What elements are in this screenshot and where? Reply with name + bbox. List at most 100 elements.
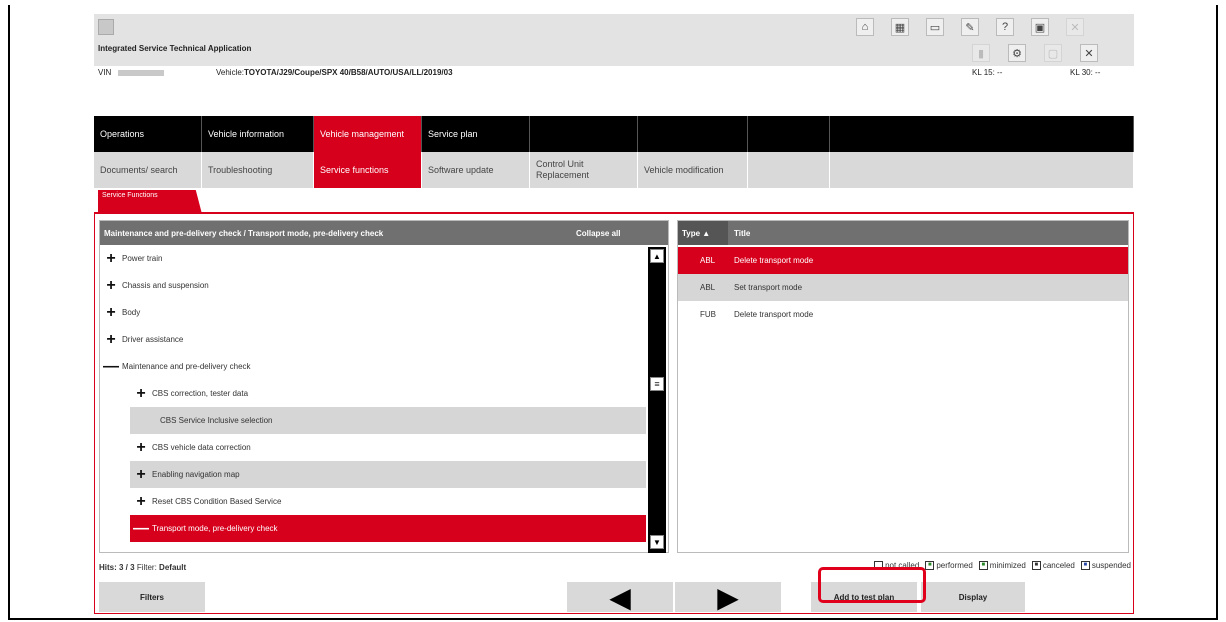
title-bar: Integrated Service Technical Application…	[94, 40, 1134, 66]
subnav-documents-search[interactable]: Documents/ search	[94, 152, 202, 188]
wrench-icon[interactable]: ✎	[961, 18, 979, 36]
expand-icon[interactable]: +	[130, 385, 152, 402]
expand-icon[interactable]: +	[130, 493, 152, 510]
tree-item-body[interactable]: + Body	[100, 299, 646, 326]
breadcrumb: Maintenance and pre-delivery check / Tra…	[104, 229, 384, 238]
tree-item-label: CBS vehicle data correction	[152, 443, 251, 452]
subnav-troubleshooting[interactable]: Troubleshooting	[202, 152, 314, 188]
hits-count: Hits: 3 / 3	[99, 563, 135, 572]
expand-icon[interactable]: +	[100, 304, 122, 321]
tree-item-label: CBS correction, tester data	[152, 389, 249, 398]
minimize-icon[interactable]: ▣	[1031, 18, 1049, 36]
tree-item-power-train[interactable]: + Power train	[100, 245, 646, 272]
tree-item-cbs-vehicle-data[interactable]: + CBS vehicle data correction	[130, 434, 646, 461]
expand-icon[interactable]: +	[100, 277, 122, 294]
nav-empty-4	[830, 116, 1134, 152]
tree-scrollbar[interactable]: ▲ ≡ ▼	[648, 247, 666, 553]
tree-item-navigation-map[interactable]: + Enabling navigation map	[130, 461, 646, 488]
tree-item-label: CBS Service Inclusive selection	[160, 416, 273, 425]
expand-icon[interactable]: +	[130, 439, 152, 456]
column-title-header[interactable]: Title	[734, 229, 750, 238]
scroll-down-icon[interactable]: ▼	[650, 535, 664, 549]
minimized-icon: ■	[978, 561, 988, 571]
display-button[interactable]: Display	[921, 582, 1025, 612]
tree-item-label: Enabling navigation map	[152, 470, 240, 479]
tree-item-maintenance[interactable]: — Maintenance and pre-delivery check	[100, 353, 646, 380]
tree-item-reset-cbs[interactable]: + Reset CBS Condition Based Service	[130, 488, 646, 515]
list-row[interactable]: ABL Delete transport mode	[678, 247, 1128, 274]
expand-icon[interactable]: +	[100, 331, 122, 348]
help-icon[interactable]: ?	[996, 18, 1014, 36]
collapse-icon[interactable]: —	[130, 520, 152, 537]
tree-item-label: Driver assistance	[122, 335, 184, 344]
tree-item-chassis[interactable]: + Chassis and suspension	[100, 272, 646, 299]
scroll-up-icon[interactable]: ▲	[650, 249, 664, 263]
subnav-empty-2	[830, 152, 1134, 188]
settings-icon[interactable]: ⚙	[1008, 44, 1026, 62]
row-type: FUB	[700, 310, 716, 319]
list-row[interactable]: ABL Set transport mode	[678, 274, 1128, 301]
suspended-icon: ■	[1080, 561, 1090, 571]
kl30-status: KL 30: --	[1070, 68, 1101, 77]
back-button[interactable]: ◀	[567, 582, 673, 613]
home-icon[interactable]: ⌂	[856, 18, 874, 36]
nav-vehicle-management[interactable]: Vehicle management	[314, 116, 422, 152]
nav-vehicle-information[interactable]: Vehicle information	[202, 116, 314, 152]
column-type-header[interactable]: Type ▲	[678, 221, 728, 245]
tree-item-label: Power train	[122, 254, 163, 263]
subnav-service-functions[interactable]: Service functions	[314, 152, 422, 188]
window-icon[interactable]: ▢	[1044, 44, 1062, 62]
vehicle-value: TOYOTA/J29/Coupe/SPX 40/B58/AUTO/USA/LL/…	[244, 68, 453, 77]
tab-strip: Service Functions	[94, 188, 1134, 214]
canceled-icon: ■	[1031, 561, 1041, 571]
scroll-thumb[interactable]: ≡	[650, 377, 664, 391]
function-tree-panel: Maintenance and pre-delivery check / Tra…	[99, 220, 669, 553]
tree-item-cbs-correction[interactable]: + CBS correction, tester data	[130, 380, 646, 407]
row-title: Set transport mode	[734, 283, 803, 292]
screen-icon[interactable]: ▭	[926, 18, 944, 36]
filters-button[interactable]: Filters	[99, 582, 205, 612]
tab-service-functions[interactable]: Service Functions	[98, 190, 202, 214]
close-small-icon[interactable]: ✕	[1080, 44, 1098, 62]
tree-item-label: Reset CBS Condition Based Service	[152, 497, 282, 506]
content-area: Maintenance and pre-delivery check / Tra…	[94, 214, 1134, 614]
vehicle-label: Vehicle:	[216, 68, 245, 77]
top-toolbar: ⌂ ▦ ▭ ✎ ? ▣ ✕	[94, 14, 1134, 40]
subnav-control-unit-replacement[interactable]: Control Unit Replacement	[530, 152, 638, 188]
vehicle-info-bar: VIN Vehicle: TOYOTA/J29/Coupe/SPX 40/B58…	[94, 66, 1134, 80]
performed-icon: ■	[925, 561, 935, 571]
subnav-software-update[interactable]: Software update	[422, 152, 530, 188]
app-icon	[98, 19, 114, 35]
filter-label: Filter:	[136, 563, 157, 572]
legend-label: canceled	[1042, 561, 1075, 570]
collapse-all-button[interactable]: Collapse all	[576, 229, 620, 238]
expand-icon[interactable]: +	[130, 466, 152, 483]
nav-empty-3	[748, 116, 830, 152]
nav-operations[interactable]: Operations	[94, 116, 202, 152]
list-row[interactable]: FUB Delete transport mode	[678, 301, 1128, 328]
forward-button[interactable]: ▶	[675, 582, 781, 613]
grid-icon[interactable]: ▦	[891, 18, 909, 36]
display-button-highlight	[818, 567, 926, 603]
filter-value: Default	[159, 563, 187, 572]
collapse-icon[interactable]: —	[100, 358, 122, 375]
expand-icon[interactable]: +	[100, 250, 122, 267]
row-title: Delete transport mode	[734, 310, 814, 319]
close-icon[interactable]: ✕	[1066, 18, 1084, 36]
nav-service-plan[interactable]: Service plan	[422, 116, 530, 152]
status-line: Hits: 3 / 3 Filter: Default not called ■…	[95, 561, 1135, 575]
tree-item-label: Transport mode, pre-delivery check	[152, 524, 278, 533]
connection-icon[interactable]: ▮	[972, 44, 990, 62]
row-type: ABL	[700, 256, 716, 265]
tree-item-label: Body	[122, 308, 141, 317]
sub-navigation: Documents/ search Troubleshooting Servic…	[94, 152, 1134, 188]
app-title: Integrated Service Technical Application	[98, 44, 252, 53]
tree-item-transport-mode[interactable]: — Transport mode, pre-delivery check	[130, 515, 646, 542]
app-window: ⌂ ▦ ▭ ✎ ? ▣ ✕ Integrated Service Technic…	[94, 14, 1134, 614]
kl15-status: KL 15: --	[972, 68, 1003, 77]
legend-label: performed	[936, 561, 973, 570]
tree-item-driver-assistance[interactable]: + Driver assistance	[100, 326, 646, 353]
tree-item-cbs-service-inclusive[interactable]: CBS Service Inclusive selection	[130, 407, 646, 434]
tree-item-label: Chassis and suspension	[122, 281, 209, 290]
subnav-vehicle-modification[interactable]: Vehicle modification	[638, 152, 748, 188]
